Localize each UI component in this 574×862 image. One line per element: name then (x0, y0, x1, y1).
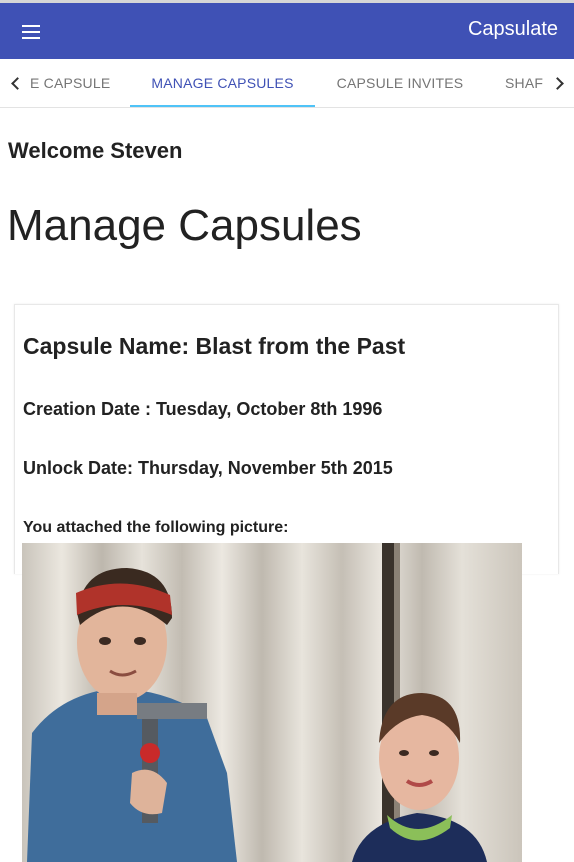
active-tab-indicator (130, 105, 315, 107)
chevron-right-icon[interactable] (544, 59, 574, 107)
app-bar: Capsulate (0, 0, 574, 59)
chevron-left-icon[interactable] (0, 59, 30, 107)
attached-photo (22, 543, 522, 862)
tab-shared[interactable]: SHAF (505, 59, 543, 107)
creation-date: Creation Date : Tuesday, October 8th 199… (23, 399, 383, 419)
unlock-date: Unlock Date: Thursday, November 5th 2015 (23, 458, 393, 478)
attachment-label: You attached the following picture: (23, 519, 289, 536)
tab-manage-capsules[interactable]: MANAGE CAPSULES (130, 59, 315, 107)
hamburger-menu-icon[interactable] (14, 19, 48, 45)
app-title: Capsulate (467, 18, 558, 40)
tab-create-capsule[interactable]: E CAPSULE (30, 59, 114, 107)
page-title: Manage Capsules (7, 201, 362, 250)
capsule-name: Capsule Name: Blast from the Past (23, 333, 406, 359)
tab-capsule-invites[interactable]: CAPSULE INVITES (315, 59, 485, 107)
tab-bar: E CAPSULE MANAGE CAPSULES CAPSULE INVITE… (0, 59, 574, 108)
welcome-message: Welcome Steven (8, 138, 183, 163)
